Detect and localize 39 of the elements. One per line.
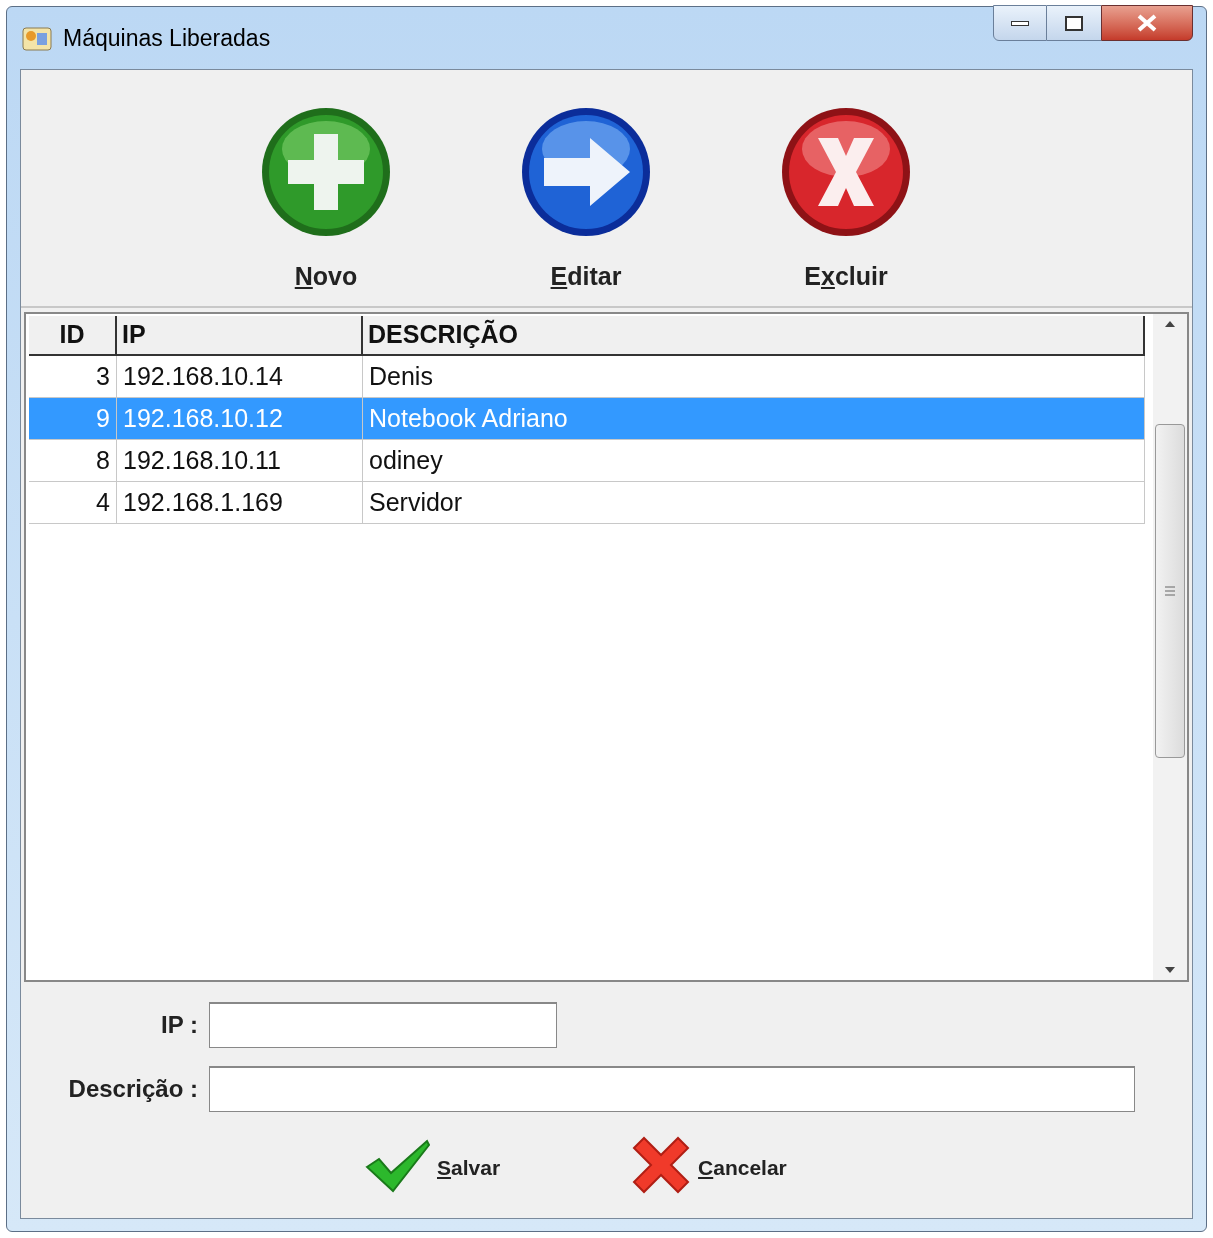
column-header[interactable]: ID (29, 316, 117, 354)
field-label: IP : (160, 1010, 199, 1040)
edit-button[interactable]: Editar (511, 104, 661, 296)
input-field[interactable] (209, 1066, 1135, 1112)
maximize-button[interactable] (1047, 5, 1101, 41)
grip-icon (1164, 585, 1176, 597)
table-cell: 8 (29, 440, 117, 481)
save-button[interactable]: Salvar (365, 1137, 501, 1193)
table-cell-text: Notebook Adriano (368, 402, 569, 434)
scroll-thumb[interactable] (1155, 424, 1185, 758)
table-row[interactable]: 3 192.168.10.14 Denis (29, 356, 1145, 398)
window-title: Máquinas Liberadas (63, 23, 271, 53)
table-cell: 192.168.10.14 (117, 356, 363, 397)
table-cell: 9 (29, 398, 117, 439)
table-cell: 192.168.10.12 (117, 398, 363, 439)
column-header[interactable]: IP (117, 316, 363, 354)
table-row[interactable]: 4 192.168.1.169 Servidor (29, 482, 1145, 524)
add-button[interactable]: Novo (251, 104, 401, 296)
table-cell-text: odiney (368, 444, 444, 476)
field-label: Descrição : (67, 1074, 199, 1104)
app-icon (21, 24, 53, 52)
column-header[interactable]: DESCRIÇÃO (363, 316, 1143, 354)
table-cell: 4 (29, 482, 117, 523)
table-cell: 192.168.10.11 (117, 440, 363, 481)
table-cell: 192.168.1.169 (117, 482, 363, 523)
input-field[interactable] (209, 1002, 557, 1048)
table-cell-text: Servidor (368, 486, 464, 518)
scroll-down-icon[interactable] (1164, 966, 1176, 974)
close-icon (1137, 14, 1157, 32)
check-icon (365, 1137, 431, 1193)
table-cell-text: Denis (368, 360, 434, 392)
table-row[interactable]: 8 192.168.10.11 odiney (29, 440, 1145, 482)
cancel-button[interactable]: Cancelar (630, 1134, 787, 1196)
minimize-button[interactable] (993, 5, 1047, 41)
scroll-up-icon[interactable] (1164, 320, 1176, 328)
close-button[interactable] (1101, 5, 1193, 41)
table-cell: 3 (29, 356, 117, 397)
delete-button[interactable]: Excluir (771, 104, 921, 296)
scrollbar[interactable] (1153, 314, 1187, 980)
